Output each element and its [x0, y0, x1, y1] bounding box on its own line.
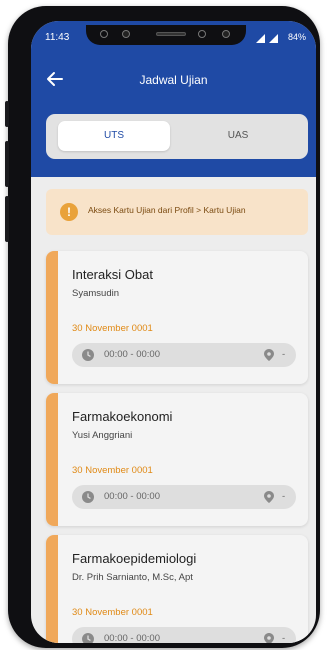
signal-icon	[256, 34, 278, 43]
exam-lecturer: Syamsudin	[72, 288, 119, 299]
exam-lecturer: Dr. Prih Sarnianto, M.Sc, Apt	[72, 572, 193, 583]
exam-time: 00:00 - 00:00	[104, 349, 160, 360]
tab-uts[interactable]: UTS	[58, 121, 170, 151]
exam-time-location: 00:00 - 00:00 -	[72, 627, 296, 643]
map-pin-icon	[264, 491, 274, 503]
map-pin-icon	[264, 349, 274, 361]
volume-down-button	[5, 196, 9, 242]
app-header: 11:43 84% Jadwal Ujian UTS UAS	[31, 21, 316, 177]
map-pin-icon	[264, 633, 274, 643]
exam-title: Farmakoepidemiologi	[72, 551, 197, 566]
sensor-icon	[198, 30, 206, 38]
battery-level: 84%	[287, 32, 306, 42]
page-title: Jadwal Ujian	[139, 73, 208, 87]
exam-date: 30 November 0001	[72, 465, 153, 476]
volume-up-button	[5, 141, 9, 187]
card-accent-bar	[46, 251, 58, 384]
exam-type-tabs: UTS UAS	[46, 114, 308, 159]
exam-card[interactable]: Farmakoepidemiologi Dr. Prih Sarnianto, …	[46, 535, 308, 643]
exam-card[interactable]: Interaksi Obat Syamsudin 30 November 000…	[46, 251, 308, 384]
front-camera-icon	[222, 30, 230, 38]
exam-date: 30 November 0001	[72, 323, 153, 334]
clock-icon	[82, 633, 94, 643]
info-text: Akses Kartu Ujian dari Profil > Kartu Uj…	[88, 205, 246, 215]
exam-title: Interaksi Obat	[72, 267, 153, 282]
info-icon: !	[60, 203, 78, 221]
exam-lecturer: Yusi Anggriani	[72, 430, 133, 441]
mute-switch	[5, 101, 9, 127]
camera-icon	[122, 30, 130, 38]
exam-time-location: 00:00 - 00:00 -	[72, 485, 296, 509]
clock-icon	[82, 491, 94, 503]
status-bar: 11:43 84%	[31, 21, 316, 55]
exam-location: -	[282, 633, 286, 643]
camera-notch	[86, 25, 246, 45]
phone-frame: 11:43 84% Jadwal Ujian UTS UAS ! Akses K…	[5, 6, 320, 648]
sensor-icon	[100, 30, 108, 38]
card-accent-bar	[46, 535, 58, 643]
clock-icon	[82, 349, 94, 361]
exam-card[interactable]: Farmakoekonomi Yusi Anggriani 30 Novembe…	[46, 393, 308, 526]
exam-time: 00:00 - 00:00	[104, 491, 160, 502]
app-screen: 11:43 84% Jadwal Ujian UTS UAS ! Akses K…	[31, 21, 316, 643]
exam-location: -	[282, 349, 286, 360]
speaker-grille	[156, 32, 186, 36]
exam-title: Farmakoekonomi	[72, 409, 173, 424]
card-accent-bar	[46, 393, 58, 526]
tab-uas[interactable]: UAS	[182, 121, 294, 151]
info-banner: ! Akses Kartu Ujian dari Profil > Kartu …	[46, 189, 308, 235]
exam-time: 00:00 - 00:00	[104, 633, 160, 643]
exam-location: -	[282, 491, 286, 502]
exam-time-location: 00:00 - 00:00 -	[72, 343, 296, 367]
exam-date: 30 November 0001	[72, 607, 153, 618]
status-time: 11:43	[45, 32, 70, 43]
